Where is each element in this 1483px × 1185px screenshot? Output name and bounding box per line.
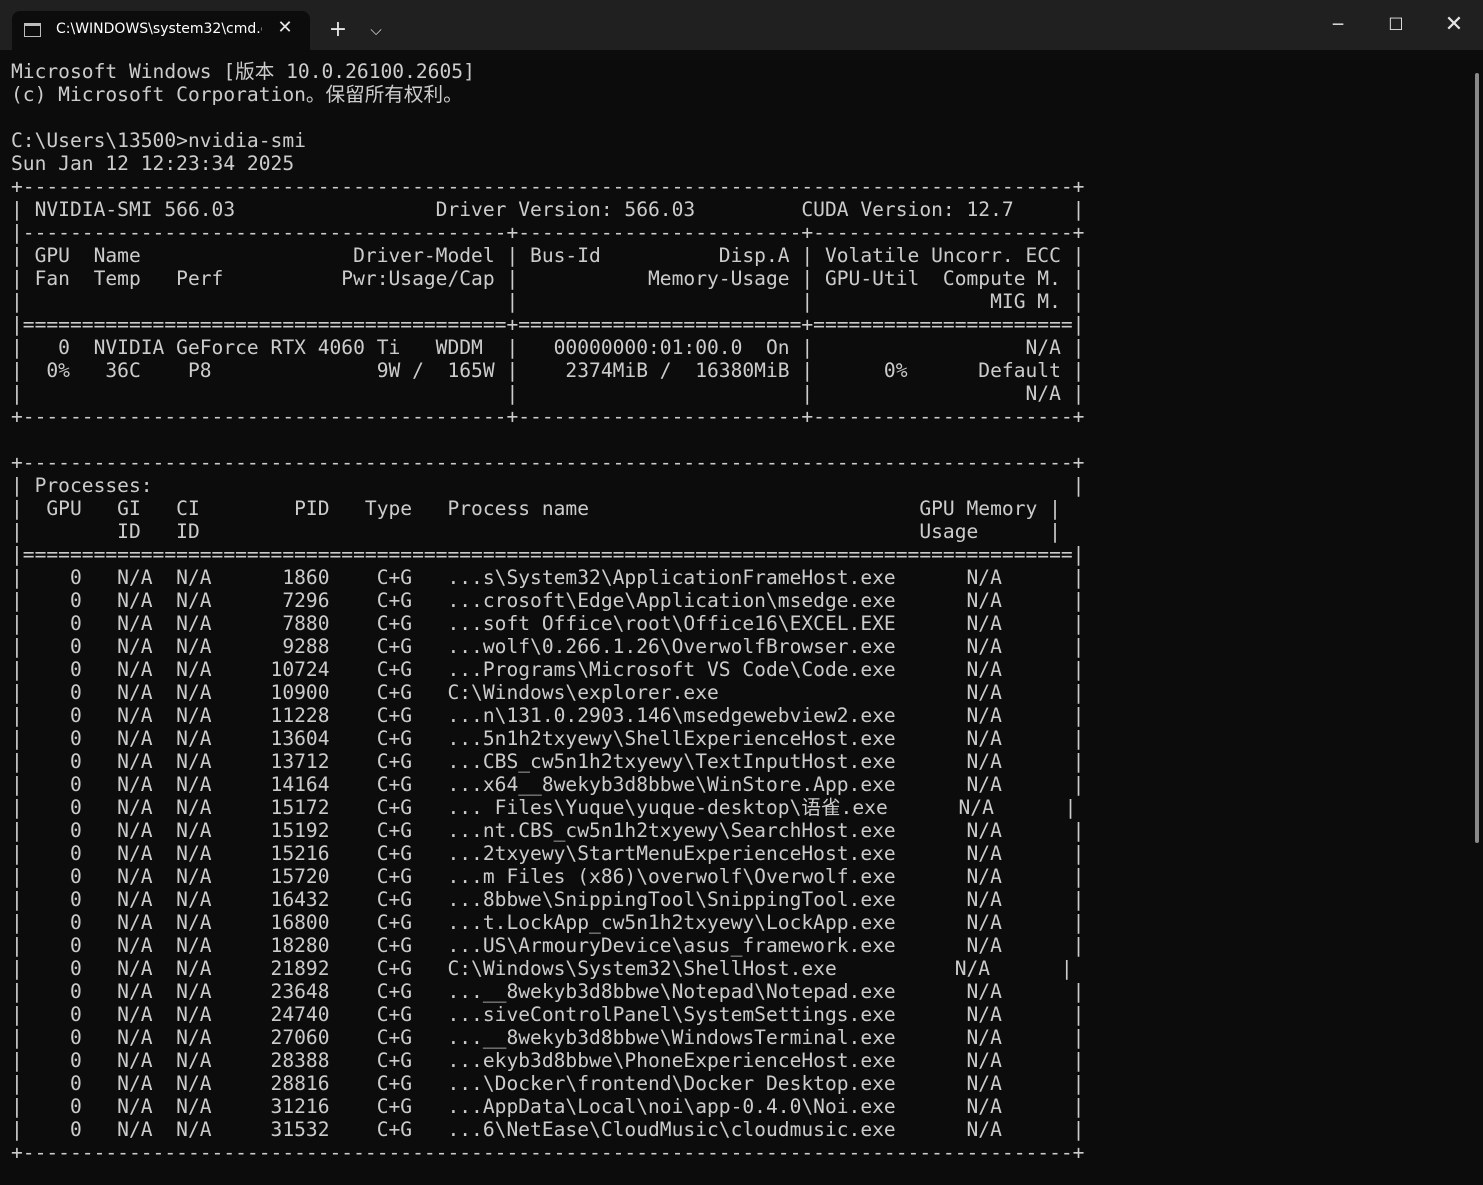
terminal-line: |=======================================… xyxy=(11,543,1085,566)
terminal-line: Microsoft Windows [版本 10.0.26100.2605] xyxy=(11,60,475,83)
terminal-line: | 0 N/A N/A 15172 C+G ... Files\Yuque\yu… xyxy=(11,796,1077,819)
terminal-line: | 0 N/A N/A 27060 C+G ...__8wekyb3d8bbwe… xyxy=(11,1026,1085,1049)
terminal-line: | Processes: | xyxy=(11,474,1085,497)
terminal-line: | GPU GI CI PID Type Process name GPU Me… xyxy=(11,497,1061,520)
terminal-line: | 0% 36C P8 9W / 165W | 2374MiB / 16380M… xyxy=(11,359,1085,382)
terminal-line: +---------------------------------------… xyxy=(11,175,1085,198)
terminal-line: | 0 N/A N/A 13604 C+G ...5n1h2txyewy\She… xyxy=(11,727,1085,750)
terminal-line: | 0 N/A N/A 21892 C+G C:\Windows\System3… xyxy=(11,957,1073,980)
terminal-line: | 0 N/A N/A 15192 C+G ...nt.CBS_cw5n1h2t… xyxy=(11,819,1085,842)
new-tab-button[interactable]: + xyxy=(324,16,352,44)
close-tab-icon[interactable]: ✕ xyxy=(274,17,296,39)
terminal-line: +---------------------------------------… xyxy=(11,405,1085,428)
terminal-line: | 0 NVIDIA GeForce RTX 4060 Ti WDDM | 00… xyxy=(11,336,1085,359)
terminal-line: | 0 N/A N/A 9288 C+G ...wolf\0.266.1.26\… xyxy=(11,635,1085,658)
terminal-line: Sun Jan 12 12:23:34 2025 xyxy=(11,152,295,175)
terminal-line: | 0 N/A N/A 18280 C+G ...US\ArmouryDevic… xyxy=(11,934,1085,957)
terminal-line: | 0 N/A N/A 28816 C+G ...\Docker\fronten… xyxy=(11,1072,1085,1095)
terminal-line: | 0 N/A N/A 16432 C+G ...8bbwe\SnippingT… xyxy=(11,888,1085,911)
terminal-line: | 0 N/A N/A 7880 C+G ...soft Office\root… xyxy=(11,612,1085,635)
terminal-output[interactable]: Microsoft Windows [版本 10.0.26100.2605] (c… xyxy=(11,60,1471,1180)
terminal-line: | 0 N/A N/A 16800 C+G ...t.LockApp_cw5n1… xyxy=(11,911,1085,934)
maximize-button[interactable]: ☐ xyxy=(1367,0,1425,50)
terminal-line: | 0 N/A N/A 1860 C+G ...s\System32\Appli… xyxy=(11,566,1085,589)
terminal-icon xyxy=(24,23,41,37)
terminal-line: | 0 N/A N/A 24740 C+G ...siveControlPane… xyxy=(11,1003,1085,1026)
scrollbar[interactable] xyxy=(1475,73,1479,843)
terminal-line: | | | N/A | xyxy=(11,382,1085,405)
terminal-line: | 0 N/A N/A 15216 C+G ...2txyewy\StartMe… xyxy=(11,842,1085,865)
minimize-button[interactable]: ─ xyxy=(1309,0,1367,50)
terminal-line: |---------------------------------------… xyxy=(11,221,1085,244)
terminal-line: | GPU Name Driver-Model | Bus-Id Disp.A … xyxy=(11,244,1085,267)
terminal-line: | 0 N/A N/A 10724 C+G ...Programs\Micros… xyxy=(11,658,1085,681)
terminal-line: | 0 N/A N/A 7296 C+G ...crosoft\Edge\App… xyxy=(11,589,1085,612)
terminal-line: +---------------------------------------… xyxy=(11,451,1085,474)
terminal-line: |=======================================… xyxy=(11,313,1085,336)
terminal-line: | 0 N/A N/A 23648 C+G ...__8wekyb3d8bbwe… xyxy=(11,980,1085,1003)
terminal-line: | 0 N/A N/A 11228 C+G ...n\131.0.2903.14… xyxy=(11,704,1085,727)
terminal-line: | NVIDIA-SMI 566.03 Driver Version: 566.… xyxy=(11,198,1085,221)
terminal-line: | | | MIG M. | xyxy=(11,290,1085,313)
terminal-line: | Fan Temp Perf Pwr:Usage/Cap | Memory-U… xyxy=(11,267,1085,290)
terminal-line: | 0 N/A N/A 14164 C+G ...x64__8wekyb3d8b… xyxy=(11,773,1085,796)
terminal-line: | ID ID Usage | xyxy=(11,520,1061,543)
terminal-line: | 0 N/A N/A 13712 C+G ...CBS_cw5n1h2txye… xyxy=(11,750,1085,773)
tab-cmd[interactable]: C:\WINDOWS\system32\cmd.exe ✕ xyxy=(12,11,310,50)
terminal-line: | 0 N/A N/A 10900 C+G C:\Windows\explore… xyxy=(11,681,1085,704)
terminal-line: (c) Microsoft Corporation。保留所有权利。 xyxy=(11,83,463,106)
terminal-line: | 0 N/A N/A 28388 C+G ...ekyb3d8bbwe\Pho… xyxy=(11,1049,1085,1072)
title-bar: C:\WINDOWS\system32\cmd.exe ✕ + ⌵ ─ ☐ ✕ xyxy=(0,0,1483,50)
tab-title: C:\WINDOWS\system32\cmd.exe xyxy=(56,21,262,37)
terminal-line: | 0 N/A N/A 31216 C+G ...AppData\Local\n… xyxy=(11,1095,1085,1118)
terminal-line: | 0 N/A N/A 15720 C+G ...m Files (x86)\o… xyxy=(11,865,1085,888)
terminal-line: | 0 N/A N/A 31532 C+G ...6\NetEase\Cloud… xyxy=(11,1118,1085,1141)
close-window-button[interactable]: ✕ xyxy=(1425,0,1483,50)
terminal-line: C:\Users\13500>nvidia-smi xyxy=(11,129,306,152)
chevron-down-icon[interactable]: ⌵ xyxy=(362,16,390,44)
terminal-line: +---------------------------------------… xyxy=(11,1141,1085,1164)
